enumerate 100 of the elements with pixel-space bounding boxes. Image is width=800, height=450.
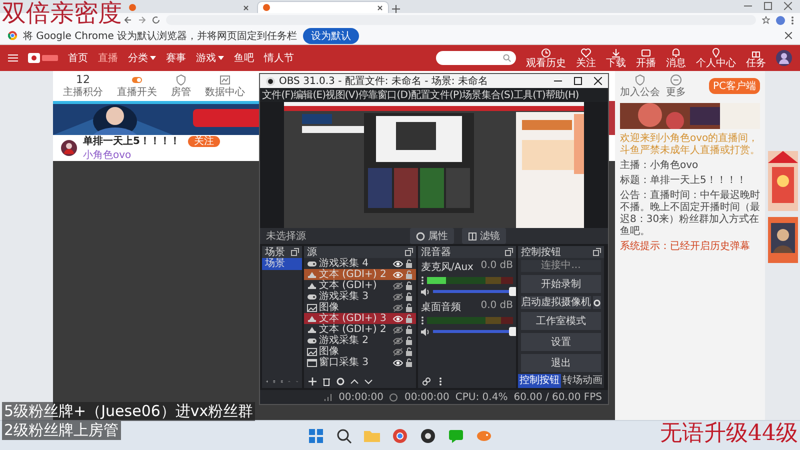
nav-link[interactable]: 游戏 bbox=[196, 51, 224, 65]
control-button[interactable]: 工作室模式 bbox=[521, 312, 601, 330]
nav-link[interactable]: 直播 bbox=[98, 51, 118, 65]
nav-action[interactable]: 个人中心 bbox=[696, 58, 736, 68]
screen-icon[interactable] bbox=[641, 48, 651, 58]
speaker-icon[interactable] bbox=[421, 288, 430, 296]
profile-icon[interactable] bbox=[776, 16, 785, 24]
nav-action[interactable]: 关注 bbox=[576, 58, 596, 68]
toolbar-link[interactable]: 直播开关 bbox=[117, 87, 157, 98]
settings-button[interactable] bbox=[593, 296, 601, 309]
menu-item[interactable]: 停靠窗口(D) bbox=[358, 88, 412, 102]
more-icon[interactable] bbox=[421, 316, 424, 325]
menu-item[interactable]: 工具(T) bbox=[513, 88, 546, 102]
control-button[interactable]: 设置 bbox=[521, 333, 601, 351]
back-icon[interactable] bbox=[124, 16, 132, 24]
lock-icon[interactable] bbox=[405, 347, 413, 356]
streamer-name[interactable]: 小角色ovo bbox=[83, 148, 220, 162]
download-icon[interactable] bbox=[611, 48, 621, 58]
speaker-icon[interactable] bbox=[421, 328, 430, 336]
source-item[interactable]: 游戏采集 2 bbox=[319, 335, 391, 346]
dock-tab[interactable]: 控制按钮 bbox=[518, 374, 561, 388]
toolbar-link[interactable]: 更多 bbox=[666, 87, 686, 98]
nav-link[interactable]: 赛事 bbox=[166, 51, 186, 65]
toolbar-button[interactable]: 属性 bbox=[410, 228, 454, 244]
site-logo-icon[interactable] bbox=[28, 52, 58, 64]
maximize-icon[interactable] bbox=[574, 77, 582, 85]
lock-icon[interactable] bbox=[405, 314, 413, 323]
pc-client-button[interactable]: PC客户端 bbox=[708, 78, 760, 94]
more-icon[interactable] bbox=[791, 16, 794, 24]
follow-button[interactable]: 关注 bbox=[188, 136, 220, 146]
trash-icon[interactable] bbox=[322, 377, 331, 386]
control-button[interactable]: 退出 bbox=[521, 354, 601, 372]
source-item[interactable]: 游戏采集 4 bbox=[319, 258, 391, 269]
toolbar-link[interactable]: 数据中心 bbox=[205, 87, 245, 98]
nav-action[interactable]: 观看历史 bbox=[526, 58, 566, 68]
lock-icon[interactable] bbox=[405, 358, 413, 367]
source-item[interactable]: 文本 (GDI+) bbox=[319, 280, 391, 291]
toggle-icon[interactable] bbox=[131, 74, 143, 86]
down-icon[interactable] bbox=[364, 377, 373, 386]
source-item[interactable]: 文本 (GDI+) 2 bbox=[319, 324, 391, 335]
browser-tab[interactable] bbox=[258, 2, 388, 13]
nav-link[interactable]: 情人节 bbox=[264, 51, 294, 65]
nav-action[interactable]: 下载 bbox=[606, 58, 626, 68]
dock-tab[interactable]: 转场动画 bbox=[561, 374, 604, 388]
link-icon[interactable] bbox=[422, 377, 431, 386]
add-icon[interactable] bbox=[308, 377, 317, 386]
toolbar-button[interactable]: 滤镜 bbox=[462, 228, 506, 244]
scene-item[interactable]: 场景 bbox=[262, 258, 302, 270]
lock-icon[interactable] bbox=[405, 325, 413, 334]
nav-action[interactable]: 消息 bbox=[666, 58, 686, 68]
menu-item[interactable]: 配置文件(P) bbox=[411, 88, 462, 102]
shield-icon[interactable] bbox=[634, 74, 646, 86]
close-icon[interactable] bbox=[377, 4, 383, 10]
volume-slider[interactable] bbox=[433, 290, 513, 293]
toolbar-link[interactable]: 加入公会 bbox=[620, 87, 660, 98]
source-item[interactable]: 文本 (GDI+) 2 bbox=[319, 269, 391, 280]
bell-icon[interactable] bbox=[671, 48, 681, 58]
forward-icon[interactable] bbox=[138, 16, 146, 24]
undock-icon[interactable] bbox=[593, 248, 601, 256]
undock-icon[interactable] bbox=[405, 248, 413, 256]
undock-icon[interactable] bbox=[505, 248, 513, 256]
nav-link[interactable]: 分类 bbox=[128, 51, 156, 65]
menu-item[interactable]: 文件(F) bbox=[262, 88, 294, 102]
lock-icon[interactable] bbox=[405, 259, 413, 268]
nav-action[interactable]: 开播 bbox=[636, 58, 656, 68]
nav-link[interactable]: 首页 bbox=[68, 51, 88, 65]
nav-link[interactable]: 鱼吧 bbox=[234, 51, 254, 65]
control-button[interactable]: 启动虚拟摄像机 bbox=[521, 296, 591, 309]
lock-icon[interactable] bbox=[405, 336, 413, 345]
source-item[interactable]: 图像 bbox=[319, 302, 391, 313]
new-tab-icon[interactable] bbox=[392, 5, 400, 13]
lock-icon[interactable] bbox=[405, 281, 413, 290]
up-icon[interactable] bbox=[350, 377, 359, 386]
control-button[interactable]: 开始录制 bbox=[521, 275, 601, 293]
search-icon[interactable] bbox=[335, 426, 353, 444]
source-item[interactable]: 图像 bbox=[319, 346, 391, 357]
lock-icon[interactable] bbox=[405, 303, 413, 312]
star-icon[interactable] bbox=[762, 16, 770, 24]
menu-item[interactable]: 场景集合(S) bbox=[462, 88, 514, 102]
avatar-icon[interactable] bbox=[776, 50, 792, 66]
windows-icon[interactable] bbox=[307, 426, 325, 444]
set-default-button[interactable]: 设为默认 bbox=[303, 28, 360, 44]
gear-icon[interactable] bbox=[336, 377, 345, 386]
browser-icon[interactable] bbox=[391, 426, 409, 444]
source-item[interactable]: 游戏采集 3 bbox=[319, 291, 391, 302]
slider-thumb[interactable] bbox=[509, 327, 516, 336]
close-icon[interactable] bbox=[594, 77, 602, 85]
lock-icon[interactable] bbox=[405, 292, 413, 301]
clock-icon[interactable] bbox=[541, 48, 551, 58]
heart-icon[interactable] bbox=[581, 48, 591, 58]
volume-slider[interactable] bbox=[433, 330, 513, 333]
menu-item[interactable]: 编辑(E) bbox=[294, 88, 326, 102]
pin-icon[interactable] bbox=[711, 48, 721, 58]
record-icon[interactable] bbox=[419, 426, 437, 444]
nav-action[interactable]: 任务 bbox=[746, 58, 766, 68]
close-icon[interactable] bbox=[785, 32, 792, 39]
undock-icon[interactable] bbox=[291, 248, 299, 256]
reload-icon[interactable] bbox=[152, 16, 160, 24]
menu-item[interactable]: 视图(V) bbox=[326, 88, 358, 102]
shield-icon[interactable] bbox=[175, 74, 187, 86]
